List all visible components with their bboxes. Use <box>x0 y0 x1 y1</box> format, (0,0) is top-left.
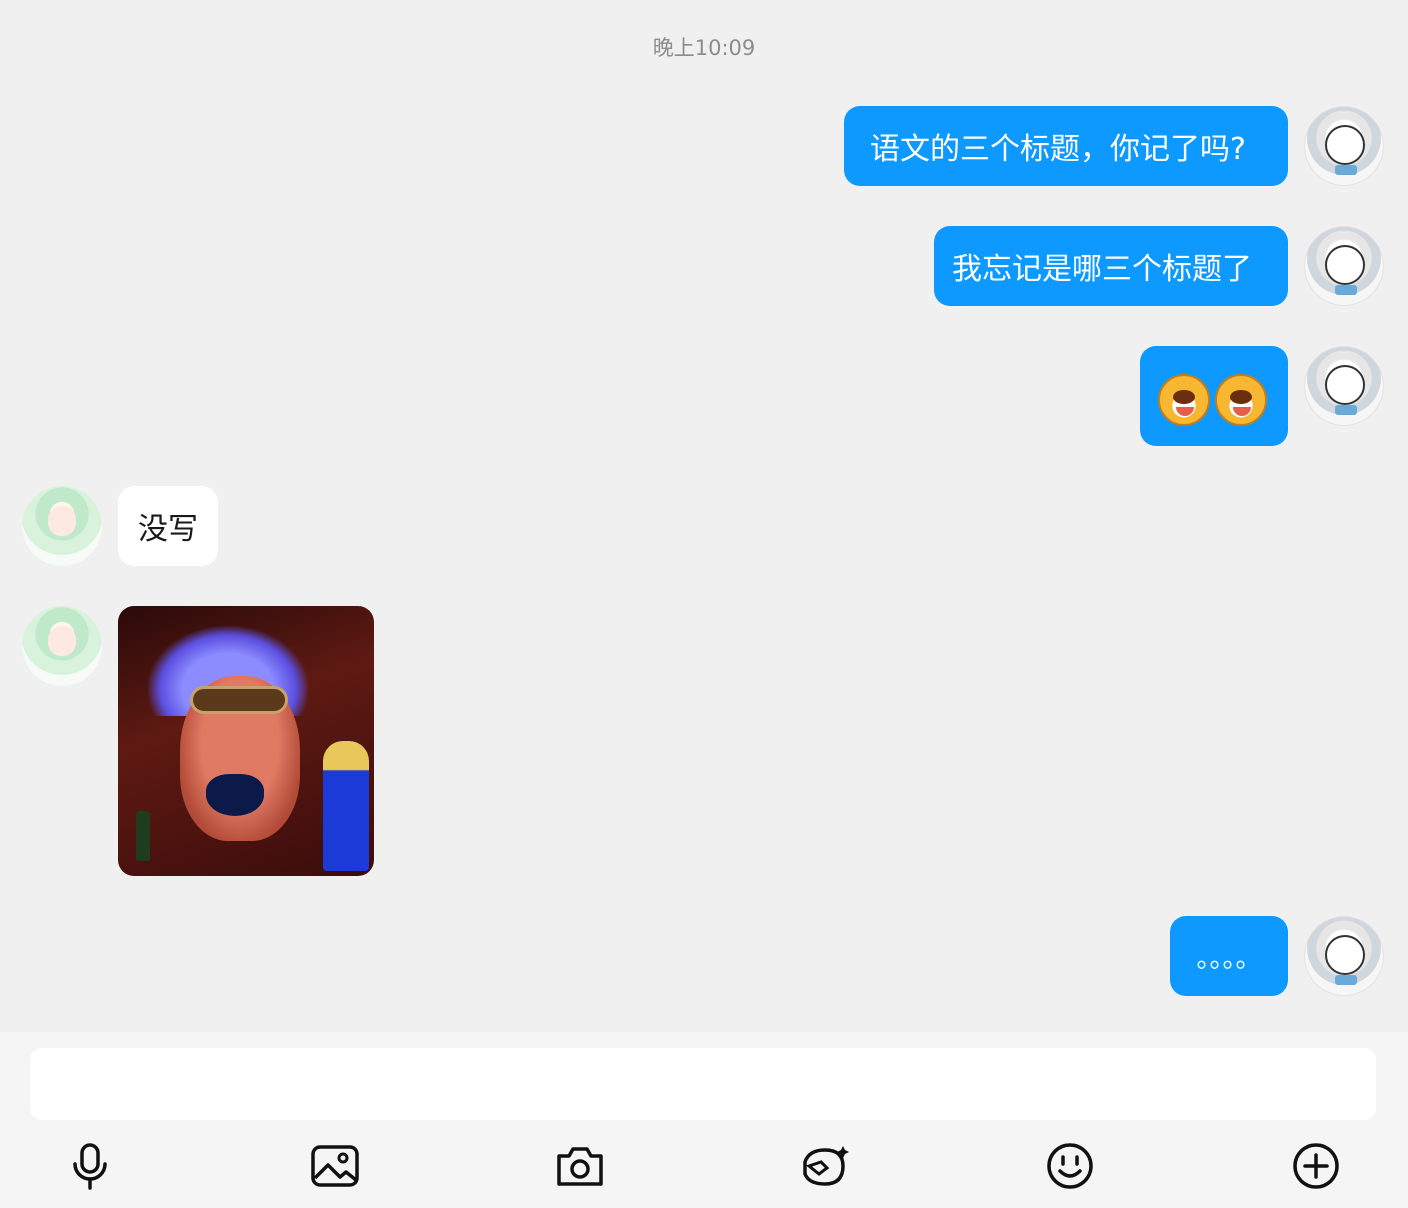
message-bubble-outgoing[interactable]: 。。。。 <box>1170 916 1288 996</box>
message-input[interactable] <box>30 1048 1376 1120</box>
message-bubble-incoming[interactable]: 没写 <box>118 486 218 566</box>
dog-face-emoji-icon <box>1215 374 1267 426</box>
camera-button[interactable] <box>552 1138 608 1194</box>
image-message[interactable] <box>118 606 374 876</box>
self-avatar[interactable] <box>1304 226 1384 306</box>
contact-avatar[interactable] <box>22 606 102 686</box>
emoji-button[interactable] <box>1042 1138 1098 1194</box>
input-bar <box>0 1032 1408 1208</box>
camera-icon <box>557 1147 603 1186</box>
message-text: 。。。。 <box>1196 943 1262 974</box>
microphone-button[interactable] <box>62 1138 118 1194</box>
contact-avatar[interactable] <box>22 486 102 566</box>
sticker-button[interactable] <box>797 1138 853 1194</box>
message-text: 我忘记是哪三个标题了 <box>952 252 1252 287</box>
image-button[interactable] <box>307 1138 363 1194</box>
message-bubble-outgoing[interactable]: 语文的三个标题，你记了吗? <box>844 106 1288 186</box>
sticker-icon <box>803 1146 849 1186</box>
message-text: 语文的三个标题，你记了吗? <box>870 132 1246 167</box>
image-icon <box>311 1145 359 1187</box>
more-button[interactable] <box>1288 1138 1344 1194</box>
dog-face-emoji-icon <box>1158 374 1210 426</box>
plus-circle-icon <box>1293 1143 1339 1189</box>
smiley-icon <box>1047 1143 1093 1189</box>
self-avatar[interactable] <box>1304 106 1384 186</box>
self-avatar[interactable] <box>1304 916 1384 996</box>
timestamp: 晚上10:09 <box>652 36 756 60</box>
emoji-message-bubble[interactable] <box>1140 346 1288 446</box>
self-avatar[interactable] <box>1304 346 1384 426</box>
message-text: 没写 <box>138 512 198 547</box>
message-bubble-outgoing[interactable]: 我忘记是哪三个标题了 <box>934 226 1288 306</box>
microphone-icon <box>73 1143 107 1190</box>
